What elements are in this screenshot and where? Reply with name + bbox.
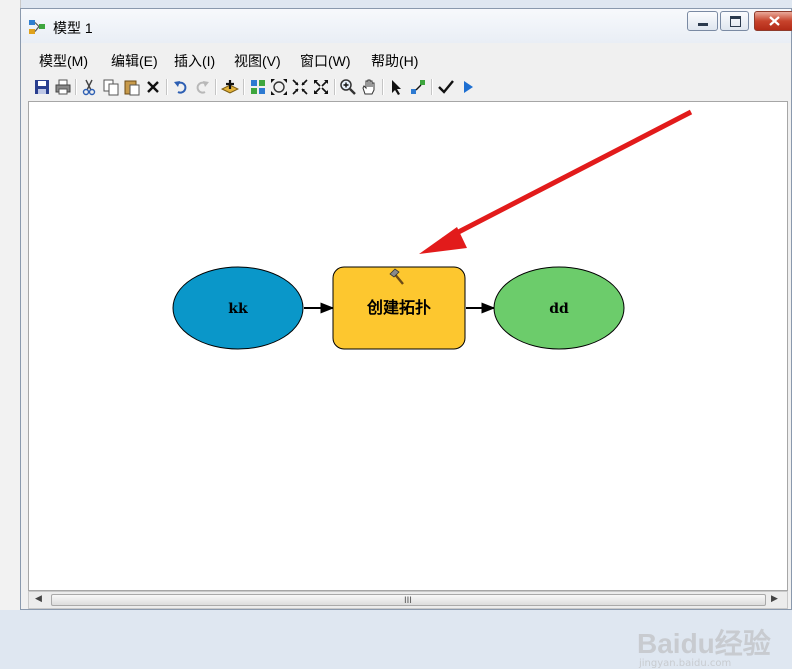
- pan-icon[interactable]: [360, 78, 378, 96]
- baidu-watermark: Baidu经验 jingyan.baidu.com: [637, 622, 771, 669]
- menu-bar: 模型(M) 编辑(E) 插入(I) 视图(V) 窗口(W) 帮助(H): [21, 48, 791, 70]
- toolbar-separator: [431, 79, 433, 95]
- menu-help[interactable]: 帮助(H): [371, 51, 418, 71]
- undo-icon[interactable]: [172, 78, 190, 96]
- watermark-brand: Baidu经验: [637, 628, 771, 659]
- annotation-arrow: [441, 109, 693, 243]
- input-node-label: kk: [228, 301, 248, 317]
- menu-window[interactable]: 窗口(W): [300, 51, 351, 71]
- fixed-zoom-in-icon[interactable]: [291, 78, 309, 96]
- minimize-icon: [698, 23, 708, 26]
- menu-edit[interactable]: 编辑(E): [111, 51, 158, 71]
- menu-insert[interactable]: 插入(I): [174, 51, 215, 71]
- menu-view[interactable]: 视图(V): [234, 51, 281, 71]
- toolbar-separator: [75, 79, 77, 95]
- model-app-icon: [29, 20, 45, 34]
- connect-icon[interactable]: [409, 78, 427, 96]
- toolbar-separator: [215, 79, 217, 95]
- close-button[interactable]: [754, 11, 792, 31]
- scrollbar-thumb[interactable]: III: [51, 594, 766, 606]
- model-builder-window: 模型 1 模型(M) 编辑(E) 插入(I) 视图(V) 窗口(W) 帮助(H): [20, 8, 792, 669]
- minimize-button[interactable]: [687, 11, 718, 31]
- redo-icon[interactable]: [193, 78, 211, 96]
- add-data-icon[interactable]: [221, 78, 239, 96]
- model-diagram: kk 创建拓扑 dd: [172, 109, 693, 350]
- fixed-zoom-out-icon[interactable]: [312, 78, 330, 96]
- full-extent-icon[interactable]: [270, 78, 288, 96]
- scrollbar-grip: III: [404, 596, 412, 606]
- auto-layout-icon[interactable]: [249, 78, 267, 96]
- print-icon[interactable]: [54, 78, 72, 96]
- scroll-right-icon[interactable]: ▶: [771, 594, 778, 604]
- title-bar[interactable]: 模型 1: [21, 9, 792, 43]
- toolbar-separator: [166, 79, 168, 95]
- run-icon[interactable]: [459, 78, 477, 96]
- copy-icon[interactable]: [102, 78, 120, 96]
- toolbar-separator: [382, 79, 384, 95]
- toolbar: [31, 76, 493, 100]
- scroll-left-icon[interactable]: ◀: [35, 594, 42, 604]
- window-title: 模型 1: [53, 20, 93, 36]
- validate-icon[interactable]: [437, 78, 455, 96]
- delete-icon[interactable]: [144, 78, 162, 96]
- cut-icon[interactable]: [80, 78, 98, 96]
- output-node-label: dd: [549, 301, 569, 317]
- toolbar-separator: [243, 79, 245, 95]
- background-window-edge: [0, 0, 21, 610]
- close-icon: [769, 16, 780, 26]
- horizontal-scrollbar[interactable]: ◀ III ▶: [28, 591, 788, 609]
- select-icon[interactable]: [388, 78, 406, 96]
- save-icon[interactable]: [33, 78, 51, 96]
- tool-node-label: 创建拓扑: [366, 298, 431, 317]
- toolbar-separator: [334, 79, 336, 95]
- paste-icon[interactable]: [123, 78, 141, 96]
- maximize-button[interactable]: [720, 11, 749, 31]
- maximize-icon: [730, 16, 741, 27]
- model-canvas[interactable]: kk 创建拓扑 dd Baidu经验 jingyan.baidu.com: [28, 101, 788, 669]
- menu-model[interactable]: 模型(M): [39, 51, 88, 71]
- zoom-in-icon[interactable]: [339, 78, 357, 96]
- watermark-site: jingyan.baidu.com: [639, 658, 732, 669]
